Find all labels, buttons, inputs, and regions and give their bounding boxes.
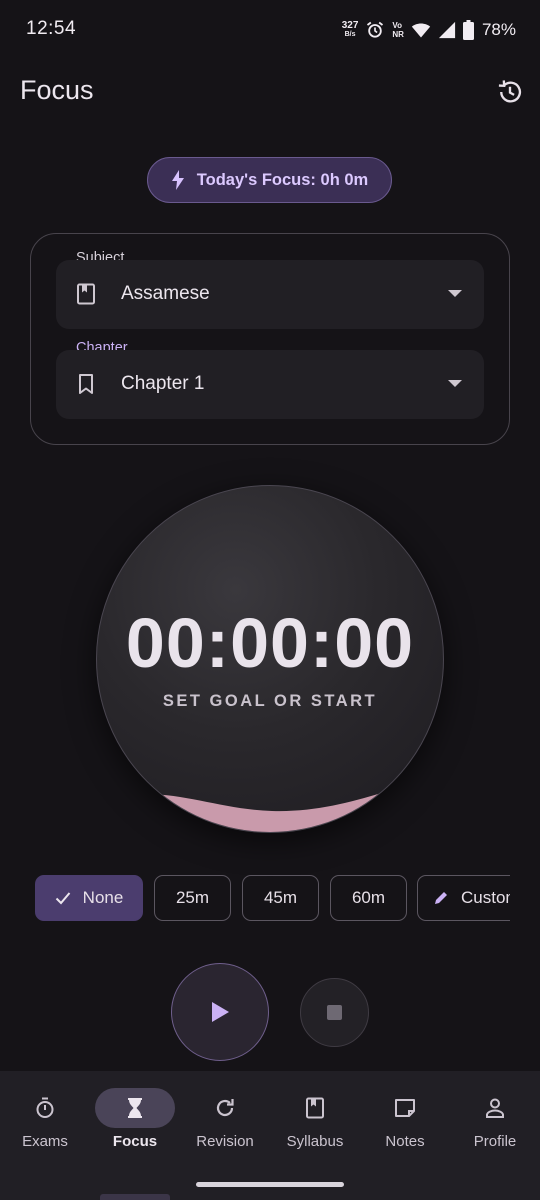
timer-display: 00:00:00 xyxy=(125,604,415,682)
chapter-dropdown[interactable]: Chapter 1 xyxy=(56,350,484,419)
chevron-down-icon xyxy=(448,380,462,387)
network-speed-unit: B/s xyxy=(344,31,356,38)
status-icons: 327 B/s Vo NR 78% xyxy=(342,17,516,43)
goal-chip-label: 60m xyxy=(351,888,386,907)
todays-focus-label: Today's Focus: 0h 0m xyxy=(196,170,369,189)
network-speed-value: 327 xyxy=(341,20,359,31)
todays-focus-chip: Today's Focus: 0h 0m xyxy=(147,157,392,203)
alarm-icon xyxy=(367,21,384,38)
goal-chip-row: None 25m 45m 60m Custom xyxy=(35,875,510,922)
wifi-icon xyxy=(411,23,431,38)
goal-chip-none[interactable]: None xyxy=(35,875,143,921)
stop-icon xyxy=(327,1005,342,1020)
bottom-navigation: Exams Focus Revision Syllabus Notes Prof… xyxy=(0,1071,540,1200)
nav-item-focus[interactable]: Focus xyxy=(90,1071,180,1171)
person-icon xyxy=(486,1098,504,1118)
nav-label-notes: Notes xyxy=(385,1133,425,1150)
nav-item-exams[interactable]: Exams xyxy=(0,1071,90,1171)
volte-top: Vo xyxy=(392,21,403,30)
nav-item-revision[interactable]: Revision xyxy=(180,1071,270,1171)
volte-bottom: NR xyxy=(392,30,404,39)
stop-button[interactable] xyxy=(300,978,369,1047)
status-bar: 12:54 327 B/s Vo NR 78% xyxy=(0,0,540,60)
nav-label-profile: Profile xyxy=(473,1133,517,1150)
goal-chip-label: 45m xyxy=(263,888,298,907)
timer-hint: SET GOAL OR START xyxy=(162,692,378,710)
battery-icon xyxy=(462,20,474,40)
status-time: 12:54 xyxy=(26,18,77,39)
subject-value: Assamese xyxy=(121,283,210,304)
gesture-handle[interactable] xyxy=(196,1182,344,1187)
check-icon xyxy=(55,892,70,905)
goal-chip-label: None xyxy=(82,888,124,907)
goal-chip-label: Custom xyxy=(461,888,510,907)
play-button[interactable] xyxy=(171,963,269,1061)
signal-icon xyxy=(438,21,456,39)
timer-icon xyxy=(36,1097,54,1118)
goal-chip-60m[interactable]: 60m xyxy=(330,875,407,921)
history-icon xyxy=(498,80,522,103)
chapter-value: Chapter 1 xyxy=(121,373,205,394)
note-icon xyxy=(395,1099,415,1117)
battery-percent: 78% xyxy=(481,20,516,39)
book-icon xyxy=(77,283,95,305)
nav-label-exams: Exams xyxy=(22,1133,68,1150)
pencil-icon xyxy=(435,892,447,904)
bolt-icon xyxy=(171,170,184,190)
nav-active-underline xyxy=(100,1194,170,1200)
play-icon xyxy=(212,1002,229,1022)
network-speed: 327 B/s xyxy=(342,21,359,39)
nav-label-revision: Revision xyxy=(196,1133,254,1150)
refresh-icon xyxy=(216,1099,234,1117)
subject-dropdown[interactable]: Assamese xyxy=(56,260,484,329)
history-button[interactable] xyxy=(494,76,526,108)
goal-chip-custom[interactable]: Custom xyxy=(417,875,510,921)
page-title: Focus xyxy=(20,75,94,105)
nav-item-profile[interactable]: Profile xyxy=(450,1071,540,1171)
chevron-down-icon xyxy=(448,290,462,297)
volte-indicator: Vo NR xyxy=(392,21,404,39)
book-icon xyxy=(306,1097,324,1119)
goal-chip-25m[interactable]: 25m xyxy=(154,875,231,921)
goal-chip-label: 25m xyxy=(175,888,210,907)
bookmark-icon xyxy=(79,374,93,394)
nav-label-syllabus: Syllabus xyxy=(286,1133,344,1150)
goal-chip-45m[interactable]: 45m xyxy=(242,875,319,921)
nav-item-notes[interactable]: Notes xyxy=(360,1071,450,1171)
nav-label-focus: Focus xyxy=(112,1133,158,1150)
nav-item-syllabus[interactable]: Syllabus xyxy=(270,1071,360,1171)
hourglass-icon xyxy=(128,1098,142,1118)
